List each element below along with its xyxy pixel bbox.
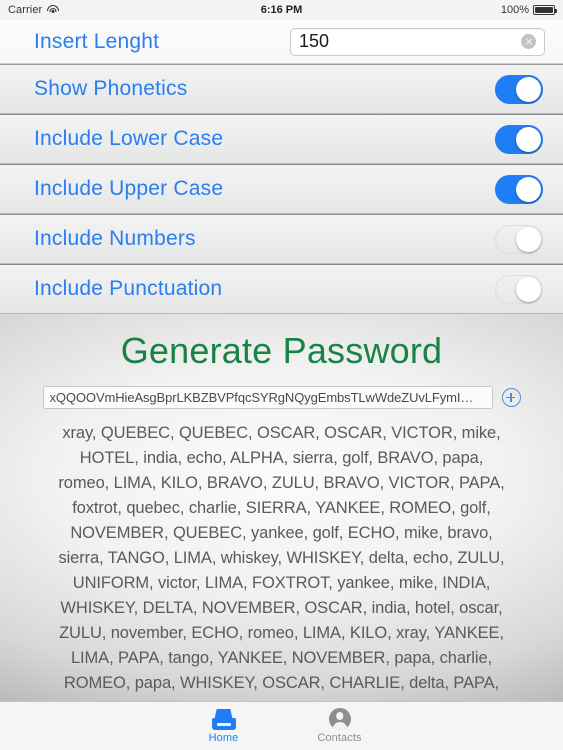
row-include-lower-case[interactable]: Include Lower Case bbox=[0, 114, 563, 164]
length-input-value: 150 bbox=[299, 31, 330, 51]
toggle-include-lower-case[interactable] bbox=[495, 124, 543, 154]
phonetics-line: OSCAR, november, november, UNIFORM, CHAR… bbox=[18, 696, 545, 701]
length-input[interactable]: 150 bbox=[290, 27, 545, 56]
password-field[interactable]: xQQOOVmHieAsgBprLKBZBVPfqcSYRgNQygEmbsTL… bbox=[42, 386, 493, 409]
toggle-include-upper-case[interactable] bbox=[495, 174, 543, 204]
phonetics-line: sierra, TANGO, LIMA, whiskey, WHISKEY, d… bbox=[58, 549, 505, 567]
include-upper-case-right bbox=[495, 174, 543, 204]
settings-list: Insert Lenght 150 Show Phonetics Include… bbox=[0, 20, 563, 314]
phonetics-line: romeo, LIMA, KILO, BRAVO, ZULU, BRAVO, V… bbox=[58, 474, 505, 492]
toggle-knob bbox=[516, 226, 541, 252]
include-lower-case-right bbox=[495, 124, 543, 154]
row-show-phonetics[interactable]: Show Phonetics bbox=[0, 64, 563, 114]
insert-length-label: Insert Lenght bbox=[34, 29, 160, 53]
add-circle-icon[interactable] bbox=[501, 388, 521, 407]
app-root: Carrier 6:16 PM 100% Insert Lenght 150 S… bbox=[0, 0, 563, 750]
phonetics-line: xray, QUEBEC, QUEBEC, OSCAR, OSCAR, VICT… bbox=[62, 424, 501, 442]
row-include-numbers[interactable]: Include Numbers bbox=[0, 214, 563, 264]
phonetics-text: xray, QUEBEC, QUEBEC, OSCAR, OSCAR, VICT… bbox=[0, 421, 563, 701]
row-include-punctuation[interactable]: Include Punctuation bbox=[0, 264, 563, 314]
phonetics-line: LIMA, PAPA, tango, YANKEE, NOVEMBER, pap… bbox=[70, 649, 493, 667]
carrier-label: Carrier bbox=[8, 4, 43, 16]
include-lower-case-label: Include Lower Case bbox=[34, 127, 224, 150]
password-value: xQQOOVmHieAsgBprLKBZBVPfqcSYRgNQygEmbsTL… bbox=[49, 390, 486, 405]
include-punctuation-label: Include Punctuation bbox=[34, 277, 223, 300]
battery-percent-label: 100% bbox=[500, 4, 529, 16]
include-punctuation-right bbox=[495, 274, 543, 304]
row-include-upper-case[interactable]: Include Upper Case bbox=[0, 164, 563, 214]
status-bar-clock: 6:16 PM bbox=[260, 4, 303, 16]
toggle-include-numbers[interactable] bbox=[495, 224, 543, 254]
contacts-icon bbox=[328, 708, 351, 730]
tab-home[interactable]: Home bbox=[192, 708, 256, 744]
phonetics-line: UNIFORM, victor, LIMA, FOXTROT, yankee, … bbox=[72, 574, 491, 592]
wifi-icon bbox=[47, 5, 60, 15]
toggle-knob bbox=[516, 176, 541, 202]
status-bar-right: 100% bbox=[500, 4, 557, 16]
password-row: xQQOOVmHieAsgBprLKBZBVPfqcSYRgNQygEmbsTL… bbox=[42, 386, 521, 409]
status-bar: Carrier 6:16 PM 100% bbox=[0, 0, 563, 20]
phonetics-line: foxtrot, quebec, charlie, SIERRA, YANKEE… bbox=[72, 499, 491, 517]
toggle-show-phonetics[interactable] bbox=[495, 74, 543, 104]
show-phonetics-right bbox=[495, 74, 543, 104]
generate-section: Generate Password xQQOOVmHieAsgBprLKBZBV… bbox=[0, 314, 563, 701]
phonetics-line: WHISKEY, DELTA, NOVEMBER, OSCAR, india, … bbox=[60, 599, 503, 617]
toggle-include-punctuation[interactable] bbox=[495, 274, 543, 304]
phonetics-line: HOTEL, india, echo, ALPHA, sierra, golf,… bbox=[79, 449, 484, 467]
include-numbers-right bbox=[495, 224, 543, 254]
phonetics-line: NOVEMBER, QUEBEC, yankee, golf, ECHO, mi… bbox=[70, 524, 493, 542]
phonetics-line: ROMEO, papa, WHISKEY, OSCAR, CHARLIE, de… bbox=[63, 674, 500, 692]
include-upper-case-label: Include Upper Case bbox=[34, 177, 224, 200]
clear-icon[interactable] bbox=[521, 34, 536, 49]
tab-contacts[interactable]: Contacts bbox=[308, 708, 372, 744]
toggle-knob bbox=[516, 76, 541, 102]
status-bar-left: Carrier bbox=[8, 4, 60, 16]
toggle-knob bbox=[516, 276, 541, 302]
show-phonetics-label: Show Phonetics bbox=[34, 77, 188, 100]
generate-password-button[interactable]: Generate Password bbox=[121, 330, 443, 372]
tab-bar: Home Contacts bbox=[0, 701, 563, 750]
insert-length-right: 150 bbox=[290, 27, 545, 56]
row-insert-length: Insert Lenght 150 bbox=[0, 20, 563, 64]
toggle-knob bbox=[516, 126, 541, 152]
phonetics-line: ZULU, november, ECHO, romeo, LIMA, KILO,… bbox=[59, 624, 504, 642]
home-icon bbox=[211, 708, 236, 730]
tab-contacts-label: Contacts bbox=[317, 732, 362, 744]
include-numbers-label: Include Numbers bbox=[34, 227, 196, 250]
tab-home-label: Home bbox=[208, 732, 239, 744]
battery-icon bbox=[533, 5, 557, 15]
